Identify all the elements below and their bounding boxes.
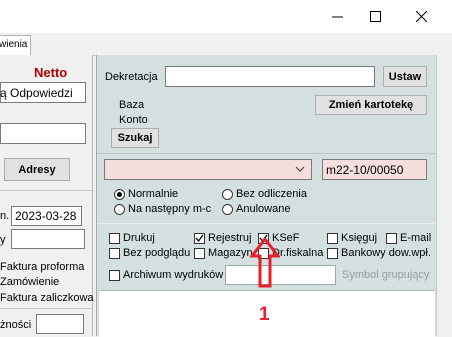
radio-na-nastepny-label: Na następny m-c — [128, 203, 212, 215]
checkbox-email[interactable] — [386, 233, 397, 244]
checkmark-icon — [195, 234, 204, 243]
divider — [97, 153, 437, 154]
radio-normalnie[interactable] — [114, 189, 125, 200]
adresy-button[interactable]: Adresy — [4, 158, 70, 181]
tab-active[interactable]: wienia — [0, 35, 31, 55]
option-zamowienie[interactable]: Zamówienie — [0, 276, 59, 288]
netto-label: Netto — [34, 65, 68, 80]
konto-label: Konto — [119, 114, 148, 126]
checkbox-bez-podgladu[interactable] — [109, 248, 120, 259]
zmien-kartoteke-button[interactable]: Zmień kartotekę — [315, 95, 427, 115]
checkbox-drukuj-label: Drukuj — [123, 232, 155, 244]
checkbox-rejestruj[interactable] — [194, 233, 205, 244]
symbol-grupujacy-label: Symbol grupujący — [342, 269, 430, 281]
archiwum-field[interactable] — [225, 265, 336, 285]
right-panel: Dekretacja Ustaw Baza Konto Zmień kartot… — [96, 55, 437, 337]
radio-anulowane-label: Anulowane — [236, 203, 291, 215]
radio-anulowane[interactable] — [222, 204, 233, 215]
divider — [99, 223, 435, 224]
divider — [0, 190, 92, 191]
close-icon — [415, 11, 427, 22]
left-panel: Netto ą Odpowiedzi Adresy n. 2023-03-28 … — [0, 55, 94, 336]
option-faktura-zaliczkowa[interactable]: Faktura zaliczkowa — [0, 292, 94, 304]
checkbox-bez-podgladu-label: Bez podglądu — [123, 247, 191, 259]
dropdown-select[interactable] — [104, 159, 312, 180]
divider — [0, 308, 92, 309]
znosci-field[interactable] — [36, 314, 84, 334]
y-label: y — [0, 234, 6, 246]
checkbox-ksieguj[interactable] — [327, 233, 338, 244]
close-button[interactable] — [398, 0, 444, 33]
option-faktura-proforma[interactable]: Faktura proforma — [0, 261, 84, 273]
checkbox-archiwum-label: Archiwum wydruków — [123, 269, 224, 281]
checkbox-magazyn[interactable] — [194, 248, 205, 259]
baza-label: Baza — [119, 99, 145, 111]
radio-na-nastepny[interactable] — [114, 204, 125, 215]
checkbox-email-label: E-mail — [400, 232, 432, 244]
odpowiedzi-value: ą Odpowiedzi — [0, 86, 73, 100]
radio-bez-odliczenia[interactable] — [222, 189, 233, 200]
checkbox-drukuj[interactable] — [109, 233, 120, 244]
maximize-button[interactable] — [352, 0, 398, 33]
dekretacja-field[interactable] — [165, 66, 375, 87]
checkbox-ksieguj-label: Księguj — [341, 232, 378, 244]
znosci-label: żności — [0, 319, 32, 331]
date-value: 2023-03-28 — [15, 209, 77, 223]
radio-normalnie-label: Normalnie — [128, 188, 179, 200]
chevron-down-icon — [295, 166, 305, 172]
left-text-field[interactable] — [0, 123, 86, 144]
odpowiedzi-field[interactable]: ą Odpowiedzi — [0, 82, 86, 103]
minimize-icon — [331, 16, 343, 18]
annotation-number: 1 — [259, 304, 270, 325]
y-field[interactable] — [11, 229, 85, 249]
checkbox-bankowy-label: Bankowy dow.wpł. — [341, 247, 431, 259]
title-bar — [0, 0, 452, 33]
dekretacja-label: Dekretacja — [105, 71, 158, 83]
tab-label: wienia — [0, 39, 28, 50]
checkbox-bankowy[interactable] — [327, 248, 338, 259]
date-label: n. — [0, 210, 10, 222]
checkbox-magazyn-label: Magazyn — [208, 247, 253, 259]
ustaw-button[interactable]: Ustaw — [383, 66, 427, 87]
tab-strip — [0, 33, 452, 56]
doc-number-value: m22-10/00050 — [326, 163, 404, 177]
checkbox-archiwum[interactable] — [109, 270, 120, 281]
date-field[interactable]: 2023-03-28 — [11, 206, 82, 226]
radio-bez-odliczenia-label: Bez odliczenia — [236, 188, 307, 200]
szukaj-button[interactable]: Szukaj — [111, 128, 159, 148]
doc-number-field[interactable]: m22-10/00050 — [322, 159, 427, 180]
annotation-arrow-icon — [250, 238, 280, 288]
checkbox-rejestruj-label: Rejestruj — [208, 232, 252, 244]
vertical-scrollbar[interactable] — [436, 55, 452, 336]
maximize-icon — [369, 11, 381, 22]
